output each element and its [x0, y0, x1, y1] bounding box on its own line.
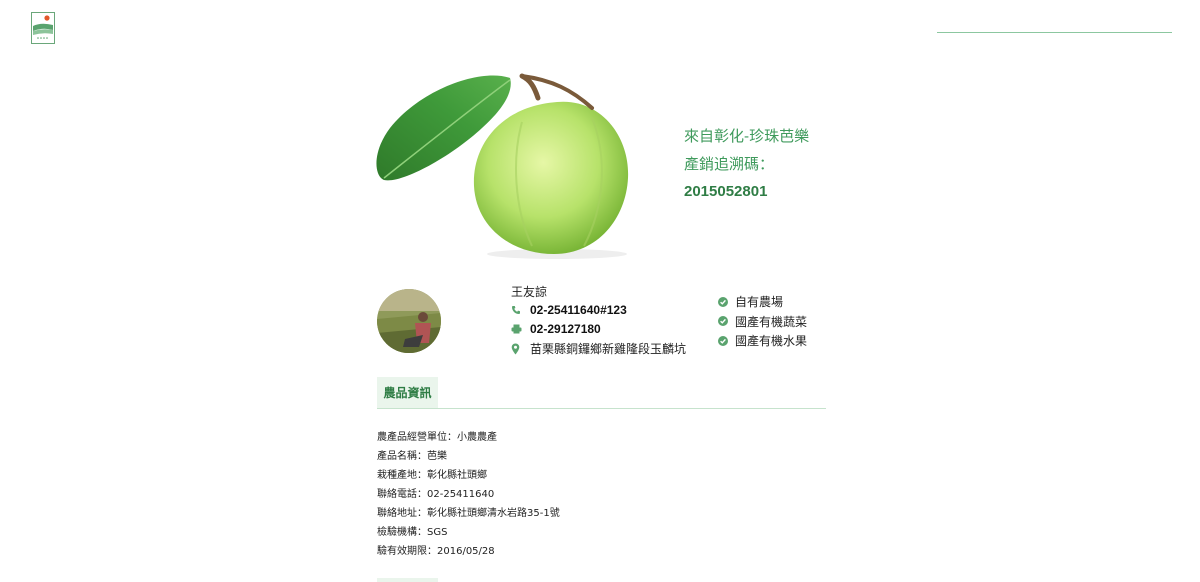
farmer-contact: 王友諒 02-25411640#123 02-29127180 苗栗縣銅鑼鄉新雞… [511, 284, 711, 359]
tab-divider [377, 408, 826, 409]
info-product-name: 產品名稱：芭樂 [377, 451, 447, 462]
tab-label: 農品資訊 [383, 386, 432, 400]
farmer-name: 王友諒 [511, 285, 548, 299]
info-operator: 農產品經營單位：小農農產 [377, 432, 497, 443]
certification-item: 自有農場 [718, 292, 858, 312]
header-divider [937, 32, 1172, 33]
product-headline: 來自彰化-珍珠芭樂 產銷追溯碼： 2015052801 [684, 122, 884, 206]
info-address: 聯絡地址：彰化縣社頭鄉清水岩路35-1號 [377, 508, 560, 519]
check-circle-icon [718, 316, 728, 327]
certification-item: 國產有機蔬菜 [718, 312, 858, 332]
certification-list: 自有農場 國產有機蔬菜 國產有機水果 [718, 292, 858, 351]
site-logo[interactable] [31, 12, 55, 44]
product-image [362, 58, 684, 262]
fax-number: 02-29127180 [530, 322, 601, 337]
farmer-avatar [377, 289, 441, 353]
address-row: 苗栗縣銅鑼鄉新雞隆段玉麟坑 [511, 339, 711, 359]
origin-title: 來自彰化-珍珠芭樂 [684, 127, 810, 145]
fax-row: 02-29127180 [511, 320, 711, 340]
check-circle-icon [718, 335, 728, 346]
certification-label: 國產有機水果 [735, 334, 808, 349]
check-circle-icon [718, 296, 728, 307]
trace-code-label: 產銷追溯碼： [684, 155, 775, 173]
certification-item: 國產有機水果 [718, 331, 858, 351]
info-inspection-agency: 檢驗機構：SGS [377, 527, 448, 538]
fax-icon [511, 323, 526, 335]
certification-label: 國產有機蔬菜 [735, 314, 808, 329]
info-phone: 聯絡電話：02-25411640 [377, 489, 495, 500]
tab-product-info[interactable]: 農品資訊 [377, 377, 438, 408]
phone-row: 02-25411640#123 [511, 300, 711, 320]
product-info-list: 農產品經營單位：小農農產 產品名稱：芭樂 栽種產地：彰化縣社頭鄉 聯絡電話：02… [377, 430, 827, 563]
farm-address: 苗栗縣銅鑼鄉新雞隆段玉麟坑 [530, 342, 687, 357]
info-origin: 栽種產地：彰化縣社頭鄉 [377, 470, 487, 481]
trace-code-value: 2015052801 [684, 183, 768, 200]
map-marker-icon [511, 343, 526, 355]
phone-number[interactable]: 02-25411640#123 [530, 303, 627, 317]
next-tab-edge[interactable] [377, 578, 438, 582]
phone-icon [511, 304, 526, 316]
certification-label: 自有農場 [735, 295, 784, 310]
info-validity-date: 驗有效期限：2016/05/28 [377, 546, 495, 557]
